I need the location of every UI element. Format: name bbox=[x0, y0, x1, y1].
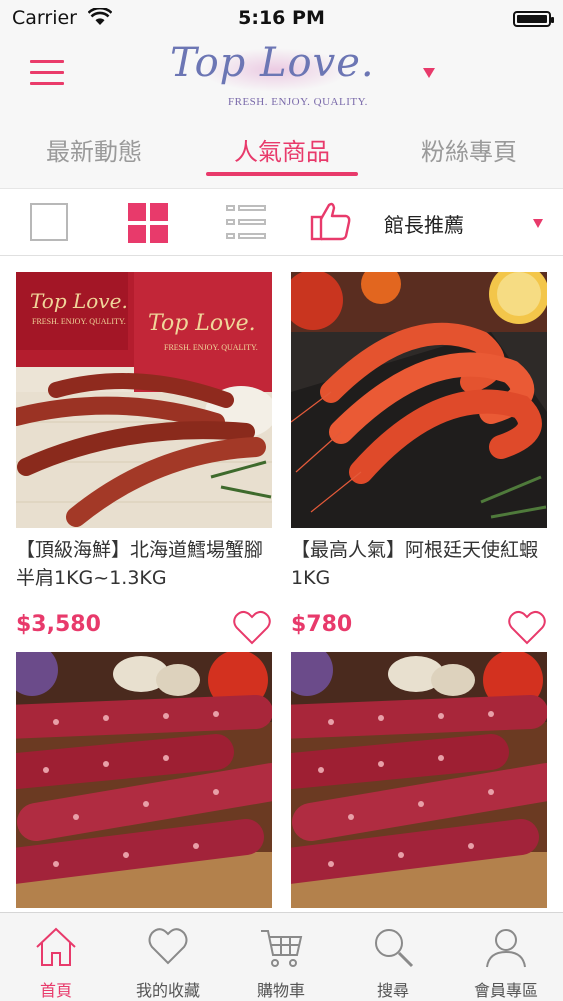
tabbar-home[interactable]: 首頁 bbox=[0, 913, 112, 1001]
battery-icon bbox=[513, 11, 554, 27]
svg-text:Top Love.: Top Love. bbox=[148, 311, 256, 336]
nav-bar: Top Love. FRESH. ENJOY. QUALITY. bbox=[0, 40, 563, 112]
active-tab-indicator bbox=[206, 172, 358, 176]
svg-text:FRESH. ENJOY. QUALITY.: FRESH. ENJOY. QUALITY. bbox=[32, 317, 126, 326]
product-title[interactable]: 【最高人氣】阿根廷天使紅蝦1KG bbox=[291, 536, 547, 592]
product-image-red-shrimp[interactable] bbox=[291, 272, 547, 528]
tabbar-favorites[interactable]: 我的收藏 bbox=[112, 913, 224, 1001]
thumbs-up-icon[interactable] bbox=[310, 201, 352, 241]
tabbar-cart-label: 購物車 bbox=[256, 981, 305, 1000]
cart-icon bbox=[261, 930, 303, 967]
brand-logo: Top Love. FRESH. ENJOY. QUALITY. bbox=[170, 40, 374, 112]
svg-text:Top Love.: Top Love. bbox=[30, 289, 128, 313]
product-image-crab-legs[interactable]: Top Love. FRESH. ENJOY. QUALITY. Top Lov… bbox=[16, 272, 272, 528]
tabbar-member[interactable]: 會員專區 bbox=[450, 913, 562, 1001]
bottom-tab-bar: 首頁 我的收藏 購物車 搜尋 會員專區 bbox=[0, 912, 563, 1001]
caret-down-icon[interactable] bbox=[423, 68, 435, 78]
list-view-icon[interactable] bbox=[226, 205, 266, 241]
status-bar: Carrier 5:16 PM bbox=[0, 0, 563, 40]
favorite-heart-icon[interactable] bbox=[232, 610, 272, 646]
tab-fan-page[interactable]: 粉絲專頁 bbox=[415, 132, 523, 167]
status-time: 5:16 PM bbox=[238, 7, 325, 29]
tabbar-search-label: 搜尋 bbox=[376, 981, 409, 1000]
tabbar-favorites-label: 我的收藏 bbox=[135, 981, 200, 1000]
favorite-heart-icon[interactable] bbox=[507, 610, 547, 646]
product-title[interactable]: 【頂級海鮮】北海道鱈場蟹腳 半肩1KG~1.3KG bbox=[16, 536, 272, 592]
user-icon bbox=[486, 929, 526, 968]
product-price: $3,580 bbox=[16, 612, 101, 637]
tabbar-cart[interactable]: 購物車 bbox=[225, 913, 337, 1001]
tab-popular-products[interactable]: 人氣商品 bbox=[228, 132, 336, 167]
grid-view-icon[interactable] bbox=[128, 203, 168, 243]
product-price: $780 bbox=[291, 612, 353, 637]
product-image-king-crab[interactable] bbox=[291, 652, 547, 908]
product-image-king-crab[interactable] bbox=[16, 652, 272, 908]
menu-icon[interactable] bbox=[30, 60, 64, 88]
sort-caret-icon[interactable] bbox=[533, 219, 543, 228]
home-icon bbox=[36, 927, 76, 966]
sort-selector[interactable]: 館長推薦 bbox=[384, 209, 464, 238]
tab-latest-news[interactable]: 最新動態 bbox=[40, 132, 148, 167]
tabbar-search[interactable]: 搜尋 bbox=[337, 913, 449, 1001]
svg-text:FRESH. ENJOY. QUALITY.: FRESH. ENJOY. QUALITY. bbox=[164, 343, 258, 352]
category-tabs: 最新動態 人氣商品 粉絲專頁 bbox=[0, 112, 563, 189]
search-icon bbox=[375, 929, 414, 968]
tabbar-member-label: 會員專區 bbox=[473, 981, 538, 1000]
product-grid: Top Love. FRESH. ENJOY. QUALITY. Top Lov… bbox=[0, 256, 563, 912]
view-toolbar: 館長推薦 bbox=[0, 189, 563, 256]
single-view-icon[interactable] bbox=[30, 203, 68, 241]
logo-wordmark: Top Love. bbox=[170, 40, 375, 86]
heart-icon bbox=[148, 928, 188, 965]
logo-tagline: FRESH. ENJOY. QUALITY. bbox=[228, 96, 368, 108]
tabbar-home-label: 首頁 bbox=[39, 981, 72, 1000]
